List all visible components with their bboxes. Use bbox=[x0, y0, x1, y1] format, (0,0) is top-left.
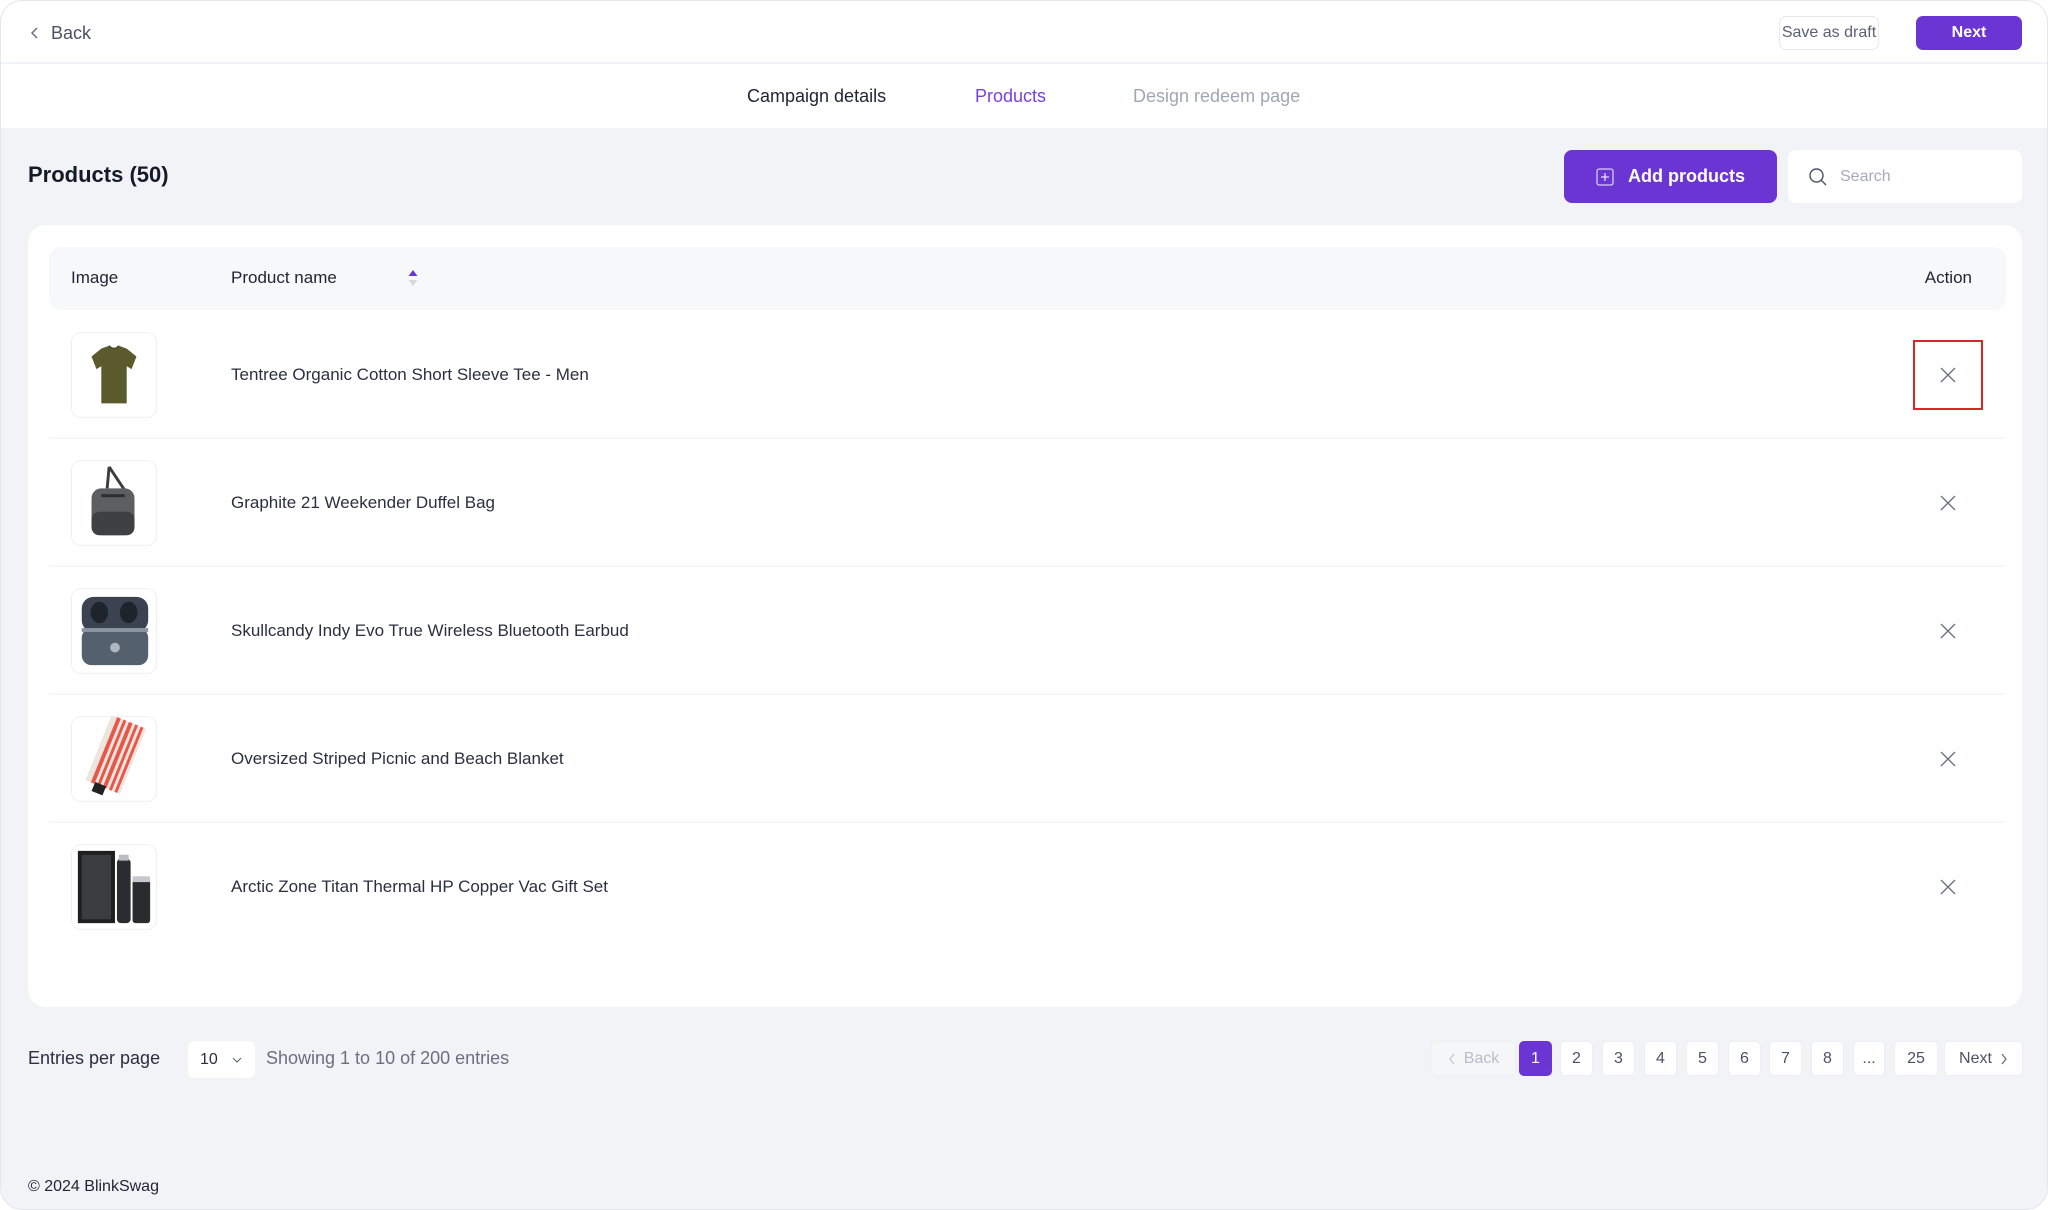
pagination-next-label: Next bbox=[1959, 1049, 1992, 1067]
search-icon bbox=[1809, 167, 1827, 185]
footer-copyright: © 2024 BlinkSwag bbox=[28, 1178, 159, 1195]
app-window: Back Save as draft Next Campaign details… bbox=[0, 0, 2048, 1210]
step-tabs: Campaign details Products Design redeem … bbox=[1, 64, 2047, 128]
next-button[interactable]: Next bbox=[1916, 16, 2022, 50]
entries-per-page-label: Entries per page bbox=[28, 1048, 161, 1068]
column-header-action: Action bbox=[1924, 268, 1972, 287]
chevron-left-icon bbox=[1448, 1053, 1455, 1064]
pagination-next-button[interactable]: Next bbox=[1944, 1041, 2023, 1076]
chevron-left-icon bbox=[30, 27, 38, 39]
thermal-gift-set-image bbox=[71, 844, 157, 930]
sort-icon[interactable] bbox=[407, 267, 419, 289]
add-products-button[interactable]: Add products bbox=[1564, 150, 1777, 203]
showing-entries-text: Showing 1 to 10 of 200 entries bbox=[266, 1048, 510, 1068]
pagination-back-button[interactable]: Back bbox=[1431, 1041, 1516, 1076]
table-row: Oversized Striped Picnic and Beach Blank… bbox=[49, 695, 2006, 823]
remove-product-button[interactable] bbox=[1913, 468, 1983, 538]
entries-per-page-select[interactable]: 10 bbox=[188, 1041, 255, 1078]
back-button[interactable]: Back bbox=[29, 19, 91, 47]
page-button-2[interactable]: 2 bbox=[1560, 1041, 1593, 1076]
close-icon bbox=[1940, 623, 1956, 639]
table-row: Tentree Organic Cotton Short Sleeve Tee … bbox=[49, 311, 2006, 439]
page-button-1[interactable]: 1 bbox=[1519, 1041, 1552, 1076]
pagination-back-label: Back bbox=[1463, 1049, 1500, 1067]
close-icon bbox=[1940, 367, 1956, 383]
remove-product-button[interactable] bbox=[1913, 724, 1983, 794]
close-icon bbox=[1940, 879, 1956, 895]
product-name: Graphite 21 Weekender Duffel Bag bbox=[231, 493, 495, 512]
plus-square-icon bbox=[1596, 167, 1614, 186]
remove-product-button[interactable] bbox=[1913, 596, 1983, 666]
products-table-card: Image Product name Action Tentree Organi… bbox=[28, 225, 2022, 1007]
product-name: Skullcandy Indy Evo True Wireless Blueto… bbox=[231, 621, 629, 640]
table-row: Arctic Zone Titan Thermal HP Copper Vac … bbox=[49, 823, 2006, 951]
page-button-25[interactable]: 25 bbox=[1894, 1041, 1938, 1076]
page-button-8[interactable]: 8 bbox=[1811, 1041, 1844, 1076]
chevron-right-icon bbox=[2001, 1053, 2007, 1064]
striped-blanket-image bbox=[71, 716, 157, 802]
product-name: Arctic Zone Titan Thermal HP Copper Vac … bbox=[231, 877, 608, 896]
close-icon bbox=[1940, 495, 1956, 511]
table-row: Skullcandy Indy Evo True Wireless Blueto… bbox=[49, 567, 2006, 695]
save-as-draft-button[interactable]: Save as draft bbox=[1779, 16, 1879, 50]
column-header-product-name[interactable]: Product name bbox=[231, 267, 337, 289]
olive-tshirt-image bbox=[71, 332, 157, 418]
search-input[interactable] bbox=[1840, 167, 2010, 186]
page-button-7[interactable]: 7 bbox=[1769, 1041, 1802, 1076]
entries-per-page-value: 10 bbox=[200, 1050, 218, 1068]
tab-campaign-details[interactable]: Campaign details bbox=[747, 84, 886, 108]
page-button-5[interactable]: 5 bbox=[1686, 1041, 1719, 1076]
page-button-3[interactable]: 3 bbox=[1602, 1041, 1635, 1076]
add-products-label: Add products bbox=[1628, 166, 1745, 186]
table-header: Image Product name Action bbox=[49, 247, 2006, 310]
table-row: Graphite 21 Weekender Duffel Bag bbox=[49, 439, 2006, 567]
remove-product-button[interactable] bbox=[1913, 852, 1983, 922]
remove-product-button[interactable] bbox=[1913, 340, 1983, 410]
tab-products[interactable]: Products bbox=[975, 84, 1046, 108]
earbuds-case-image bbox=[71, 588, 157, 674]
column-header-image: Image bbox=[71, 268, 119, 287]
tab-design-redeem-page[interactable]: Design redeem page bbox=[1133, 84, 1300, 108]
page-ellipsis: ... bbox=[1853, 1041, 1885, 1076]
back-label: Back bbox=[51, 22, 92, 43]
grey-duffel-bag-image bbox=[71, 460, 157, 546]
product-name: Tentree Organic Cotton Short Sleeve Tee … bbox=[231, 365, 589, 384]
page-button-4[interactable]: 4 bbox=[1644, 1041, 1677, 1076]
chevron-down-icon bbox=[232, 1057, 242, 1063]
page-button-6[interactable]: 6 bbox=[1728, 1041, 1761, 1076]
search-box[interactable] bbox=[1788, 150, 2022, 203]
page-title: Products (50) bbox=[28, 162, 169, 187]
close-icon bbox=[1940, 751, 1956, 767]
product-name: Oversized Striped Picnic and Beach Blank… bbox=[231, 749, 564, 768]
top-bar: Back Save as draft Next bbox=[1, 1, 2047, 64]
